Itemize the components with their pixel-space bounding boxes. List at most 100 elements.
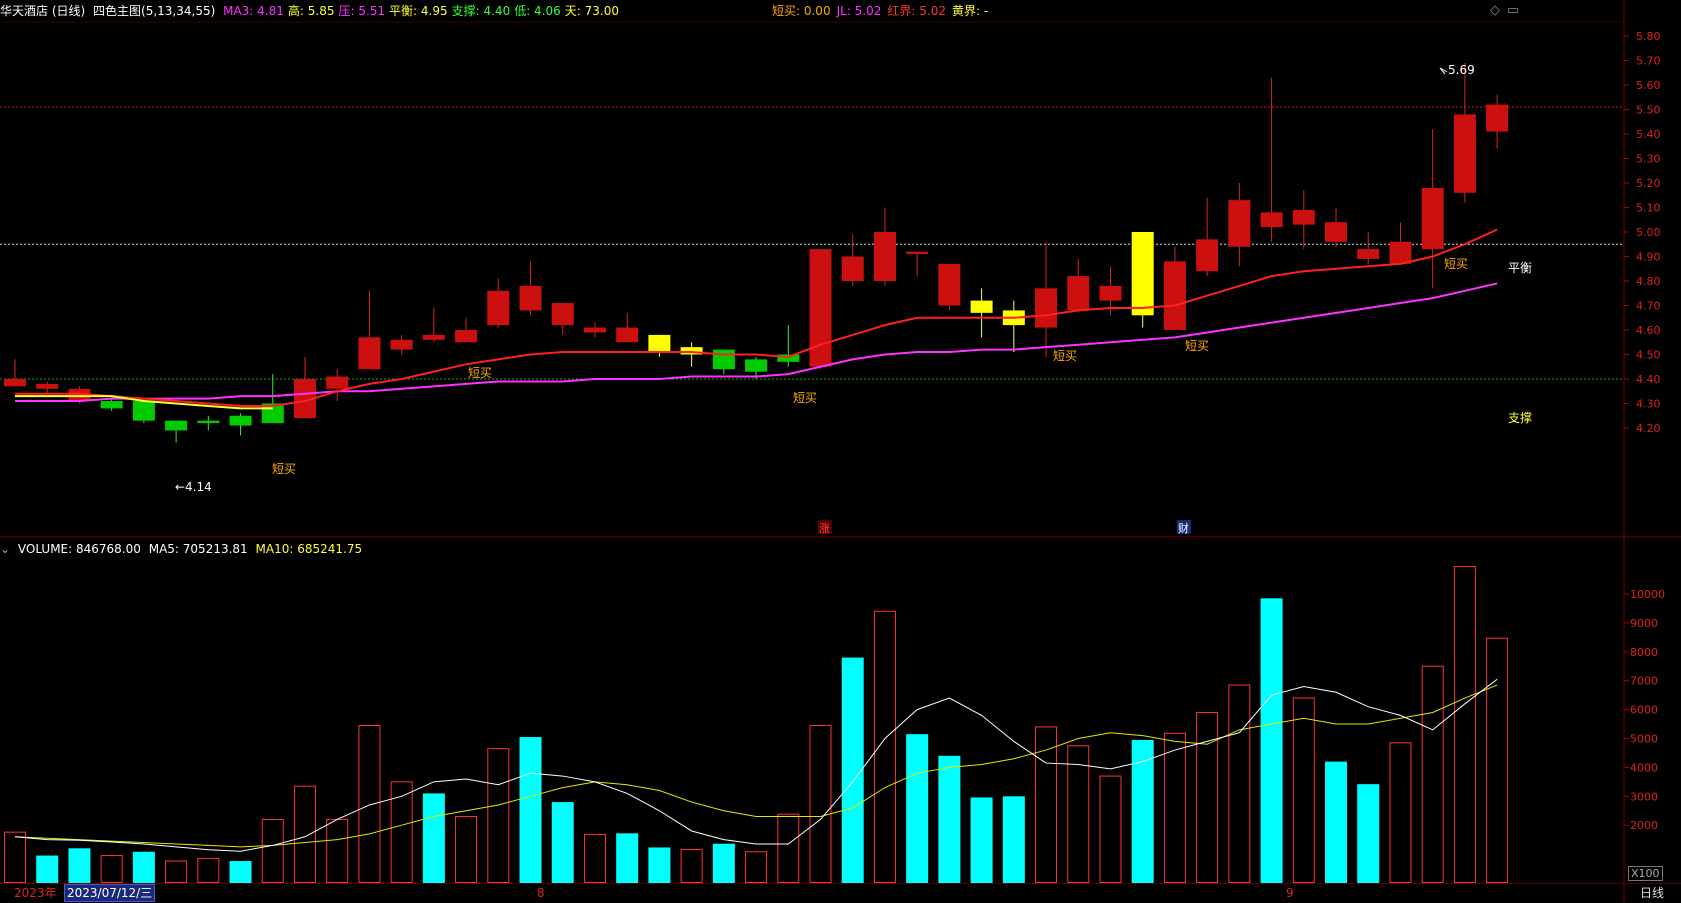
- price-tick-label: 5.00: [1636, 226, 1661, 239]
- volume-bar: [1099, 775, 1122, 884]
- candle-body: [1067, 276, 1090, 311]
- candle-body: [1421, 187, 1444, 250]
- volume-bar: [519, 737, 542, 883]
- volume-bar: [1196, 711, 1219, 883]
- volume-bar: [1389, 742, 1412, 884]
- candle-body: [197, 420, 220, 424]
- volume-bar: [1002, 796, 1025, 883]
- volume-bar: [841, 657, 864, 883]
- candle-body: [100, 401, 123, 409]
- candle-body: [551, 303, 574, 326]
- candle-body: [1035, 288, 1058, 328]
- price-tick-label: 5.60: [1636, 79, 1661, 92]
- price-tick-label: 4.40: [1636, 373, 1661, 386]
- candle-body: [712, 349, 735, 370]
- volume-tick-label: 9000: [1630, 617, 1658, 630]
- candle-body: [616, 327, 639, 343]
- volume-bar: [970, 797, 993, 883]
- volume-value: VOLUME: 846768.00: [17, 542, 141, 556]
- candle-body: [36, 383, 59, 389]
- volume-ma10: MA10: 685241.75: [255, 542, 363, 556]
- year-label: 2023年: [14, 886, 57, 900]
- cursor-date: 2023/07/12/三: [64, 884, 156, 902]
- volume-bar: [745, 851, 768, 884]
- volume-bar: [648, 847, 671, 883]
- candle-body: [1325, 222, 1348, 242]
- candle-body: [1228, 200, 1251, 247]
- buy-signal-label: 短买: [1444, 257, 1468, 271]
- candle-body: [745, 359, 768, 372]
- volume-bar: [1325, 761, 1348, 883]
- volume-bar: [293, 785, 316, 883]
- volume-tick-label: 6000: [1630, 704, 1658, 717]
- candle-body: [1292, 209, 1315, 225]
- time-axis: 2023年 2023/07/12/三 8 9 日线: [0, 883, 1681, 903]
- volume-bar: [1163, 732, 1186, 883]
- rise-marker: 涨: [819, 522, 830, 535]
- volume-bar: [712, 843, 735, 883]
- volume-bar: [326, 818, 349, 883]
- volume-bar: [4, 831, 26, 883]
- candle-body: [390, 339, 413, 350]
- price-tick-label: 4.70: [1636, 300, 1661, 313]
- price-volume-chart[interactable]: 5.80 5.70 5.60 5.50 5.40 5.30 5.20 5.10 5.00 4.90…: [0, 0, 1681, 902]
- volume-bar: [777, 813, 800, 884]
- candle-body: [358, 337, 381, 370]
- month-8: 8: [537, 886, 545, 900]
- volume-bar: [100, 855, 123, 883]
- volume-bar: [873, 610, 896, 884]
- buy-signal-label: 短买: [1053, 349, 1077, 363]
- price-tick-label: 5.70: [1636, 55, 1661, 68]
- volume-bar: [1421, 665, 1444, 883]
- volume-bar: [422, 793, 445, 883]
- low-price-label: ←4.14: [175, 480, 212, 494]
- candle-body: [938, 263, 961, 306]
- candle-body: [1357, 249, 1380, 259]
- candle-body: [132, 401, 155, 421]
- volume-bar: [616, 833, 639, 883]
- candle-body: [873, 232, 896, 281]
- price-tick-label: 4.20: [1636, 422, 1661, 435]
- price-tick-label: 4.50: [1636, 349, 1661, 362]
- volume-bar: [906, 734, 929, 883]
- volume-bar: [809, 724, 832, 883]
- candle-body: [583, 327, 606, 333]
- candle-body: [422, 334, 445, 340]
- candle-body: [1163, 261, 1186, 330]
- volume-bar: [938, 755, 961, 883]
- candle-body: [326, 376, 349, 389]
- volume-bar: [487, 748, 510, 883]
- volume-bar: [680, 848, 703, 884]
- volume-ma5: MA5: 705213.81: [148, 542, 248, 556]
- price-tick-label: 5.10: [1636, 202, 1661, 215]
- volume-bar: [68, 848, 91, 883]
- candle-body: [1260, 212, 1283, 228]
- candle-body: [1131, 232, 1154, 316]
- volume-bar: [358, 724, 381, 883]
- price-tick-label: 4.80: [1636, 275, 1661, 288]
- candle-body: [809, 249, 832, 367]
- collapse-icon[interactable]: ⌄: [0, 542, 10, 556]
- support-label: 支撑: [1508, 410, 1532, 425]
- candle-body: [165, 420, 188, 431]
- candle-body: [229, 415, 252, 426]
- price-tick-label: 5.50: [1636, 104, 1661, 117]
- period-tab[interactable]: 日线: [1640, 884, 1664, 902]
- high-price-label: 5.69: [1448, 63, 1475, 77]
- volume-bar: [551, 802, 574, 883]
- volume-header: ⌄ VOLUME: 846768.00 MA5: 705213.81 MA10:…: [0, 538, 366, 560]
- volume-tick-label: 8000: [1630, 646, 1658, 659]
- candle-body: [487, 290, 510, 326]
- price-tick-label: 5.40: [1636, 128, 1661, 141]
- high-arrow-icon: [1439, 67, 1448, 75]
- candle-body: [1196, 239, 1219, 272]
- candle-body: [1453, 114, 1476, 193]
- candle-body: [841, 256, 864, 281]
- price-tick-label: 4.60: [1636, 324, 1661, 337]
- price-tick-label: 4.90: [1636, 251, 1661, 264]
- balance-label: 平衡: [1508, 261, 1532, 275]
- volume-scale: X100: [1628, 866, 1663, 881]
- volume-tick-label: 2000: [1630, 819, 1658, 832]
- volume-bar: [583, 833, 606, 883]
- volume-bar: [1260, 598, 1283, 883]
